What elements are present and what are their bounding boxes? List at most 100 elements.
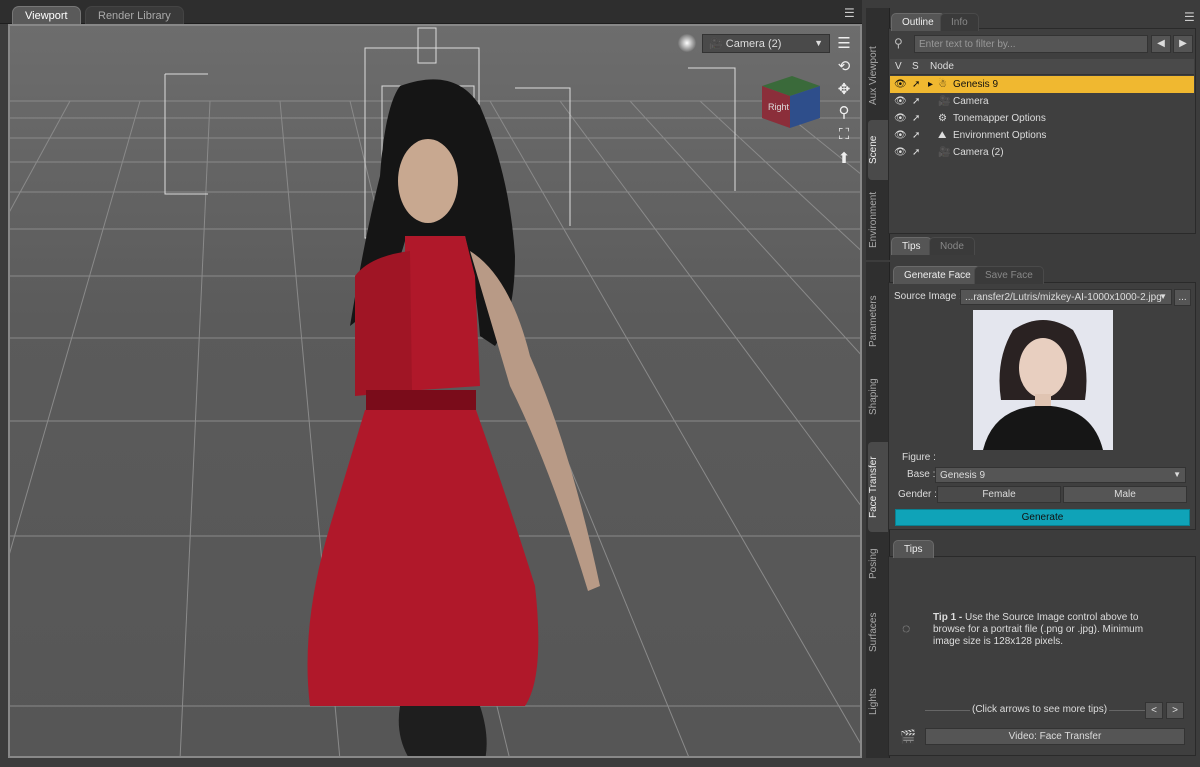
cursor-icon[interactable]: ➚ (912, 96, 920, 107)
figure-icon: ☃ (938, 79, 947, 90)
viewcube: Right (762, 76, 820, 128)
camera-select-value: Camera (2) (725, 38, 782, 50)
chevron-down-icon: ▼ (1159, 292, 1167, 301)
source-image-label: Source Image : (894, 291, 962, 302)
tab-render-library[interactable]: Render Library (85, 6, 184, 24)
tab-tips[interactable]: Tips (891, 237, 932, 255)
eye-icon[interactable]: 👁 (894, 113, 907, 124)
cursor-icon[interactable]: ➚ (912, 147, 920, 158)
orbit-icon[interactable]: ⟲ (832, 57, 856, 80)
node-label: Tonemapper Options (953, 113, 1046, 124)
source-image-value: ...ransfer2/Lutris/mizkey-AI-1000x1000-2… (965, 292, 1162, 303)
zoom-icon[interactable]: ⚲ (832, 103, 856, 126)
tab-outline[interactable]: Outline (891, 13, 945, 31)
tips-nav-hint: (Click arrows to see more tips) (970, 704, 1110, 715)
video-face-transfer-button[interactable]: Video: Face Transfer (925, 728, 1185, 745)
cursor-icon[interactable]: ➚ (912, 113, 920, 124)
camera-icon: 🎥 (709, 38, 723, 50)
panel-menu-icon[interactable]: ☰ (1184, 10, 1195, 24)
node-label: Camera (953, 96, 989, 107)
tab-generate-face[interactable]: Generate Face (893, 266, 982, 284)
camera-icon: 🎥 (938, 147, 951, 158)
tab-viewport[interactable]: Viewport (12, 6, 81, 24)
upper-side-tab-strip: Aux Viewport Scene Environment (866, 8, 890, 260)
cursor-icon[interactable]: ➚ (912, 130, 920, 141)
loading-spinner-icon: ◌ (902, 620, 911, 636)
gender-female-button[interactable]: Female (937, 486, 1061, 503)
eye-icon[interactable]: 👁 (894, 79, 907, 90)
tree-row-camera-2[interactable]: 👁 ➚ 🎥 Camera (2) (890, 144, 1194, 161)
lower-side-tab-strip: Parameters Shaping Face Transfer Posing … (866, 262, 890, 758)
search-icon: ⚲ (894, 36, 903, 50)
viewport-tools: ☰ ⟲ ✥ ⚲ ⛶ ⬆ (832, 34, 856, 172)
viewport-3d[interactable]: Right 🎥 Camera (2) ▼ ☰ ⟲ ✥ ⚲ ⛶ ⬆ (8, 24, 862, 758)
tab-environment[interactable]: Environment (868, 190, 888, 250)
tree-row-tonemapper[interactable]: 👁 ➚ ⚙ Tonemapper Options (890, 110, 1194, 127)
node-label: Genesis 9 (953, 79, 999, 90)
tip-prev-button[interactable]: < (1145, 702, 1163, 719)
tab-aux-viewport[interactable]: Aux Viewport (868, 38, 888, 114)
base-figure-select[interactable]: Genesis 9 ▼ (935, 467, 1186, 483)
tab-parameters[interactable]: Parameters (868, 286, 888, 356)
outline-header: V S Node (890, 59, 1194, 75)
tree-row-camera[interactable]: 👁 ➚ 🎥 Camera (890, 93, 1194, 110)
base-label: Base : (907, 469, 936, 480)
source-portrait-image (973, 310, 1113, 450)
column-node[interactable]: Node (930, 61, 954, 72)
tree-row-environment[interactable]: 👁 ➚ ⛰ Environment Options (890, 127, 1194, 144)
node-label: Environment Options (953, 130, 1047, 141)
cursor-icon[interactable]: ➚ (912, 79, 920, 90)
viewport-menu-icon[interactable]: ☰ (844, 6, 855, 20)
tab-node[interactable]: Node (929, 237, 975, 255)
eye-icon[interactable]: 👁 (894, 147, 907, 158)
filter-prev-button[interactable]: ◀ (1151, 35, 1171, 53)
home-view-icon[interactable]: ⬆ (832, 149, 856, 172)
figure-genesis9 (307, 79, 600, 756)
viewcube-label: Right (768, 102, 790, 112)
generate-button[interactable]: Generate (895, 509, 1190, 526)
tip-title: Tip 1 - (933, 612, 963, 623)
gender-male-button[interactable]: Male (1063, 486, 1187, 503)
node-label: Camera (2) (953, 147, 1004, 158)
figure-label: Figure : (902, 452, 936, 463)
tip-body: Use the Source Image control above to br… (933, 612, 1144, 647)
column-selectable[interactable]: S (912, 61, 919, 72)
menu-icon[interactable]: ☰ (832, 34, 856, 57)
chevron-down-icon: ▼ (814, 38, 823, 48)
frame-icon[interactable]: ⛶ (832, 126, 856, 149)
tab-lights[interactable]: Lights (868, 682, 888, 722)
tree-row-genesis9[interactable]: 👁 ➚ ▸ ☃ Genesis 9 (890, 76, 1194, 93)
camera-select[interactable]: 🎥 Camera (2) ▼ (702, 34, 830, 53)
scene-render: Right (10, 27, 860, 756)
eye-icon[interactable]: 👁 (894, 130, 907, 141)
base-figure-value: Genesis 9 (940, 470, 986, 481)
expand-arrow-icon[interactable]: ▸ (928, 79, 933, 90)
tab-tips-panel[interactable]: Tips (893, 540, 934, 558)
tab-info[interactable]: Info (940, 13, 979, 31)
tab-surfaces[interactable]: Surfaces (868, 608, 888, 656)
tip-text: Tip 1 - Use the Source Image control abo… (933, 612, 1158, 648)
eye-icon[interactable]: 👁 (894, 96, 907, 107)
tab-posing[interactable]: Posing (868, 544, 888, 584)
tips-panel (888, 556, 1196, 756)
pan-icon[interactable]: ✥ (832, 80, 856, 103)
column-visible[interactable]: V (895, 61, 902, 72)
chevron-down-icon: ▼ (1173, 470, 1181, 479)
landscape-icon: ⛰ (938, 130, 947, 141)
filter-input[interactable]: Enter text to filter by... (914, 35, 1148, 53)
tab-save-face[interactable]: Save Face (974, 266, 1044, 284)
camera-icon: 🎥 (938, 96, 951, 107)
tab-shaping[interactable]: Shaping (868, 372, 888, 422)
lighting-mode-icon[interactable] (678, 34, 696, 52)
filter-next-button[interactable]: ▶ (1173, 35, 1193, 53)
browse-button[interactable]: ... (1174, 289, 1191, 306)
tab-scene[interactable]: Scene (868, 120, 888, 180)
tonemapper-icon: ⚙ (938, 113, 947, 124)
tab-face-transfer[interactable]: Face Transfer (868, 442, 888, 532)
source-image-select[interactable]: ...ransfer2/Lutris/mizkey-AI-1000x1000-2… (960, 289, 1172, 305)
tip-next-button[interactable]: > (1166, 702, 1184, 719)
video-clapper-icon: 🎬 (900, 729, 917, 744)
gender-label: Gender : (898, 489, 937, 500)
portrait-drawing (983, 320, 1103, 450)
viewport-tab-bar: Viewport Render Library ☰ (0, 0, 862, 24)
